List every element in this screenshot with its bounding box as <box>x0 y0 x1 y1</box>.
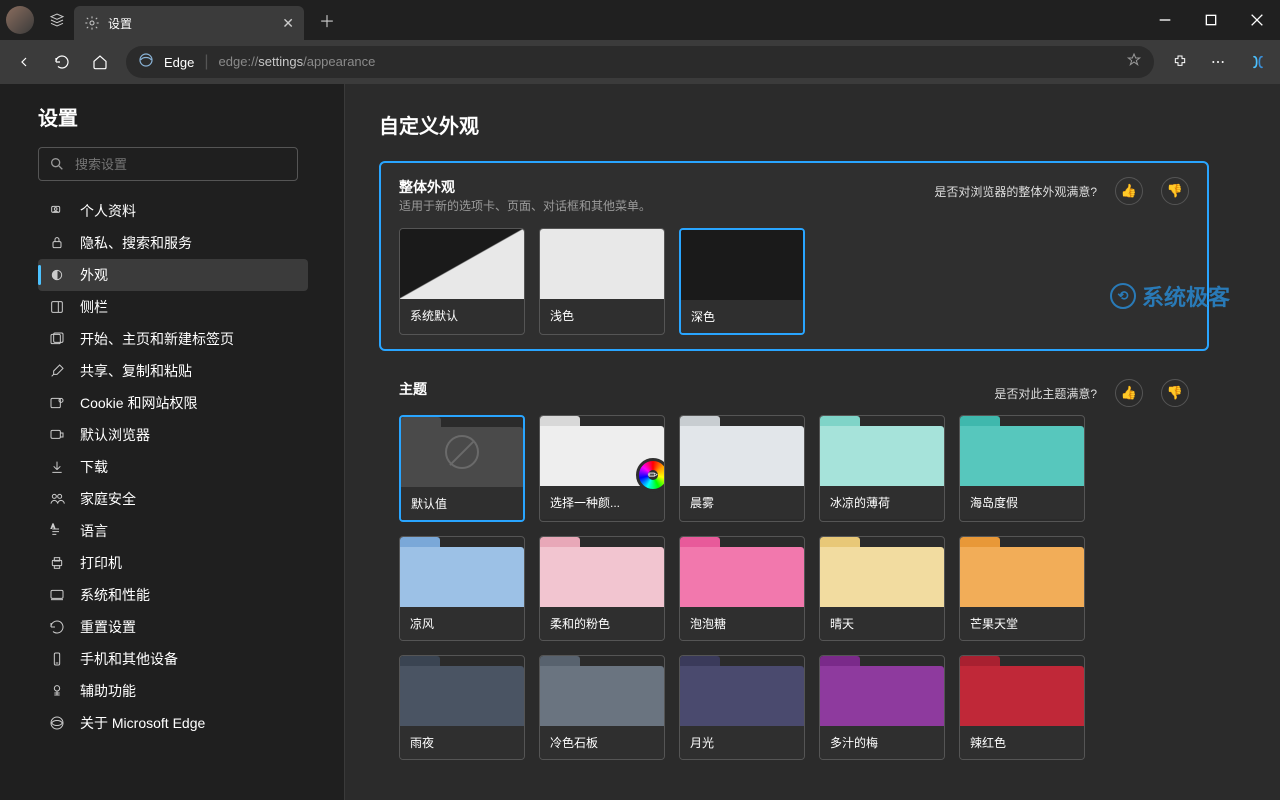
theme-card-10[interactable]: .f10::before{background:#3a4452}.f10::af… <box>399 655 525 760</box>
theme-card-5[interactable]: .f5::before{background:#7aa8d8}.f5::afte… <box>399 536 525 641</box>
theme-card-6[interactable]: .f6::before{background:#e8a8b8}.f6::afte… <box>539 536 665 641</box>
sidebar-item-0[interactable]: 个人资料 <box>38 195 308 227</box>
profile-avatar[interactable] <box>6 6 34 34</box>
sidebar-item-8[interactable]: 下载 <box>38 451 308 483</box>
sidebar-icon <box>48 330 66 348</box>
sidebar-item-7[interactable]: 默认浏览器 <box>38 419 308 451</box>
search-settings-input[interactable] <box>38 147 298 181</box>
sidebar-icon <box>48 554 66 572</box>
maximize-button[interactable] <box>1188 0 1234 40</box>
sidebar-icon <box>48 458 66 476</box>
search-icon <box>49 156 65 172</box>
sidebar-item-3[interactable]: 侧栏 <box>38 291 308 323</box>
theme-card-12[interactable]: .f12::before{background:#3a3a5a}.f12::af… <box>679 655 805 760</box>
close-window-button[interactable] <box>1234 0 1280 40</box>
themes-section: 是否对此主题满意? 👍 👎 主题 .f0::before{background:… <box>379 363 1209 776</box>
sidebar-item-1[interactable]: 隐私、搜索和服务 <box>38 227 308 259</box>
sidebar-icon <box>48 266 66 284</box>
sidebar-icon <box>48 202 66 220</box>
color-picker-icon: ✎ <box>636 458 665 492</box>
overall-appearance-section: 是否对浏览器的整体外观满意? 👍 👎 整体外观 适用于新的选项卡、页面、对话框和… <box>379 161 1209 351</box>
home-button[interactable] <box>82 44 118 80</box>
theme-card-14[interactable]: .f14::before{background:#a82030}.f14::af… <box>959 655 1085 760</box>
sidebar-item-11[interactable]: 打印机 <box>38 547 308 579</box>
workspaces-button[interactable] <box>40 3 74 37</box>
thumbs-up-button[interactable]: 👍 <box>1115 177 1143 205</box>
sidebar-item-4[interactable]: 开始、主页和新建标签页 <box>38 323 308 355</box>
sidebar-icon <box>48 682 66 700</box>
refresh-button[interactable] <box>44 44 80 80</box>
sidebar-item-9[interactable]: 家庭安全 <box>38 483 308 515</box>
address-bar[interactable]: Edge | edge://settings/appearance <box>126 46 1154 78</box>
new-tab-button[interactable]: ＋ <box>310 3 344 37</box>
sidebar-item-16[interactable]: 关于 Microsoft Edge <box>38 707 308 739</box>
svg-text:A: A <box>51 524 55 530</box>
sidebar-item-10[interactable]: A语言 <box>38 515 308 547</box>
theme-card-7[interactable]: .f7::before{background:#e85a9a}.f7::afte… <box>679 536 805 641</box>
minimize-button[interactable] <box>1142 0 1188 40</box>
thumbs-down-button[interactable]: 👎 <box>1161 177 1189 205</box>
appearance-option-1[interactable]: 浅色 <box>539 228 665 335</box>
theme-card-8[interactable]: .f8::before{background:#e8c878}.f8::afte… <box>819 536 945 641</box>
browser-tab[interactable]: 设置 ✕ <box>74 6 304 40</box>
sidebar-item-12[interactable]: 系统和性能 <box>38 579 308 611</box>
sidebar-item-2[interactable]: 外观 <box>38 259 308 291</box>
theme-card-9[interactable]: .f9::before{background:#e89838}.f9::afte… <box>959 536 1085 641</box>
no-theme-icon <box>445 435 479 469</box>
tab-close-button[interactable]: ✕ <box>282 15 294 32</box>
sidebar-icon <box>48 362 66 380</box>
sidebar-icon <box>48 394 66 412</box>
edge-icon <box>138 52 154 73</box>
appearance-option-0[interactable]: 系统默认 <box>399 228 525 335</box>
feedback-overall-text: 是否对浏览器的整体外观满意? <box>934 183 1097 200</box>
url-site: Edge <box>164 55 194 70</box>
theme-card-0[interactable]: .f0::before{background:#4a4a4a}.f0::afte… <box>399 415 525 522</box>
sidebar-icon <box>48 490 66 508</box>
sidebar-icon <box>48 618 66 636</box>
sidebar-item-15[interactable]: 辅助功能 <box>38 675 308 707</box>
extensions-button[interactable] <box>1162 44 1198 80</box>
gear-icon <box>84 15 100 31</box>
page-title: 自定义外观 <box>379 110 1246 139</box>
menu-button[interactable] <box>1200 44 1236 80</box>
sidebar-item-13[interactable]: 重置设置 <box>38 611 308 643</box>
favorite-icon[interactable] <box>1126 52 1142 73</box>
tab-title: 设置 <box>108 15 274 32</box>
sidebar-item-14[interactable]: 手机和其他设备 <box>38 643 308 675</box>
sidebar-item-5[interactable]: 共享、复制和粘贴 <box>38 355 308 387</box>
sidebar-icon <box>48 650 66 668</box>
feedback-theme-text: 是否对此主题满意? <box>994 385 1097 402</box>
copilot-button[interactable] <box>1242 46 1274 78</box>
sidebar-icon <box>48 714 66 732</box>
sidebar-item-6[interactable]: Cookie 和网站权限 <box>38 387 308 419</box>
theme-card-11[interactable]: .f11::before{background:#58626e}.f11::af… <box>539 655 665 760</box>
sidebar-icon <box>48 234 66 252</box>
sidebar-icon <box>48 586 66 604</box>
sidebar-icon: A <box>48 522 66 540</box>
theme-card-2[interactable]: .f2::before{background:#c8cdd1}.f2::afte… <box>679 415 805 522</box>
thumbs-up-button[interactable]: 👍 <box>1115 379 1143 407</box>
sidebar-icon <box>48 298 66 316</box>
sidebar-icon <box>48 426 66 444</box>
theme-card-4[interactable]: .f4::before{background:#3fb8ad}.f4::afte… <box>959 415 1085 522</box>
appearance-option-2[interactable]: 深色 <box>679 228 805 335</box>
thumbs-down-button[interactable]: 👎 <box>1161 379 1189 407</box>
theme-card-3[interactable]: .f3::before{background:#7fd4c8}.f3::afte… <box>819 415 945 522</box>
sidebar-title: 设置 <box>38 102 320 131</box>
theme-card-1[interactable]: .f1::before{background:#d8d8d8}.f1::afte… <box>539 415 665 522</box>
theme-card-13[interactable]: .f13::before{background:#7a2a8a}.f13::af… <box>819 655 945 760</box>
back-button[interactable] <box>6 44 42 80</box>
